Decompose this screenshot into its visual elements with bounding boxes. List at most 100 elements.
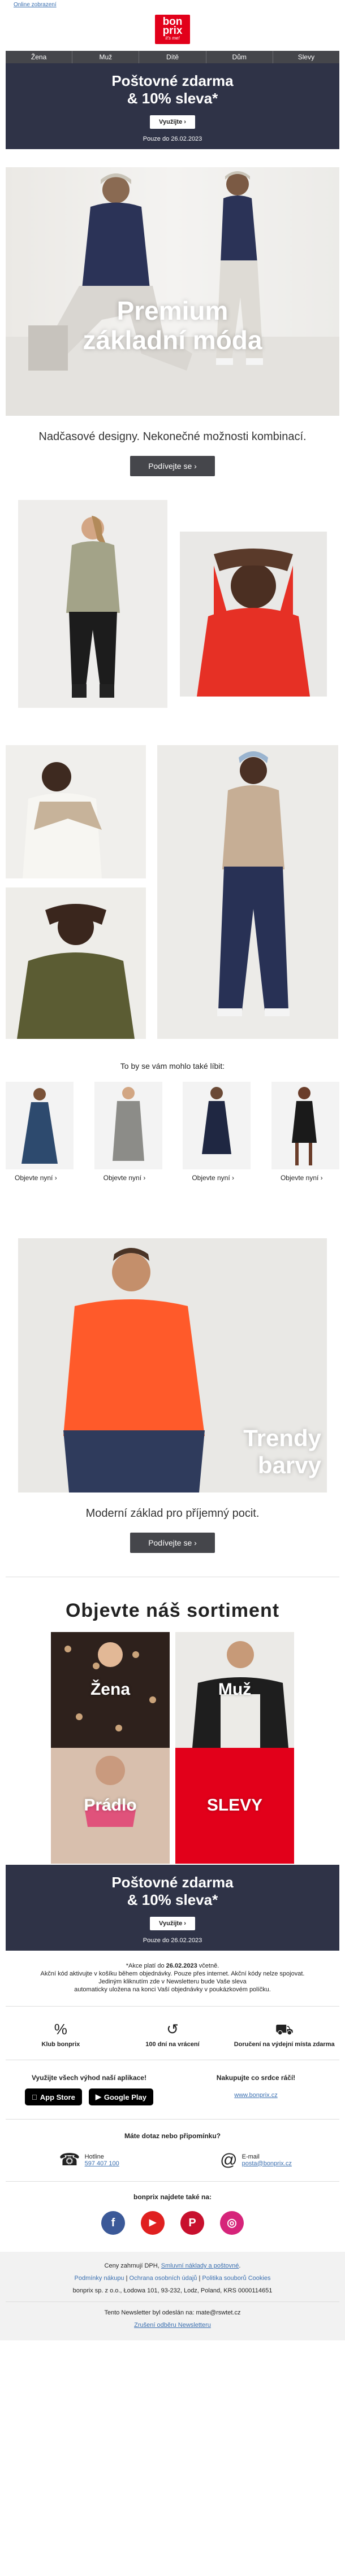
photo-beige-hoodie[interactable]	[157, 745, 338, 1039]
hero-cta-button[interactable]: Podívejte se ›	[130, 456, 215, 476]
fine-print-text: včetně.	[197, 1963, 219, 1969]
promo-use-button[interactable]: Využijte ›	[150, 1917, 195, 1930]
google-play-label: Google Play	[101, 2092, 146, 2101]
hero-title-line-1: Premium	[117, 296, 228, 325]
phone-number[interactable]: 597 407 100	[85, 2160, 119, 2167]
app-store-button[interactable]:  App Store	[24, 2088, 82, 2105]
privacy-link[interactable]: Ochrana osobních údajů	[130, 2275, 197, 2282]
online-view-link[interactable]: Online zobrazení	[0, 0, 345, 10]
shop-url[interactable]: www.bonprix.cz	[234, 2092, 277, 2099]
instagram-icon[interactable]: ◎	[220, 2211, 244, 2235]
trend-title-line-2: barvy	[257, 1452, 321, 1478]
shop-promo: Nakupujte co srdce ráčí! www.bonprix.cz	[172, 2074, 339, 2105]
nav-item-dum[interactable]: Dům	[206, 51, 273, 63]
photo-red-sweater[interactable]	[180, 532, 327, 697]
category-tile-muz[interactable]: Muž	[175, 1632, 294, 1748]
shop-link[interactable]: www.bonprix.cz	[172, 2091, 339, 2099]
hero-title-line-2: základní móda	[83, 325, 262, 355]
shipping-costs-link[interactable]: Smluvní náklady a poštovné	[161, 2262, 239, 2269]
youtube-icon[interactable]: ▶	[141, 2211, 165, 2235]
fine-print-text: *Akce platí do	[126, 1963, 166, 1969]
hero-models-illustration	[6, 171, 339, 416]
social-title: bonprix najdete také na:	[133, 2193, 212, 2201]
photo-beige-cardigan[interactable]	[6, 745, 146, 878]
nav-item-dite[interactable]: Dítě	[139, 51, 206, 63]
fine-print-line-4: automaticky uložena na konci Vaší objedn…	[74, 1986, 271, 1993]
contact-email[interactable]: @ E-mail posta@bonprix.cz	[172, 2150, 339, 2170]
contact-phone[interactable]: ☎ Hotline 597 407 100	[6, 2150, 172, 2170]
promo-banner-bottom: Poštovné zdarma & 10% sleva* Využijte › …	[6, 1865, 339, 1951]
terms-link[interactable]: Podmínky nákupu	[75, 2275, 124, 2282]
unsubscribe-link[interactable]: Zrušení odběru Newsletteru	[6, 2319, 339, 2331]
promo-title-line-1: Poštovné zdarma	[111, 1874, 234, 1891]
apps-section: Využijte všech výhod naší aplikace!  Ap…	[6, 2074, 339, 2120]
facebook-icon[interactable]: f	[101, 2211, 125, 2235]
photo-olive-hoodie[interactable]	[6, 887, 146, 1039]
recommend-item[interactable]: Objevte nyní ›	[6, 1082, 74, 1182]
product-image[interactable]	[6, 1082, 74, 1169]
social-row: f ▶ P ◎	[0, 2211, 345, 2235]
hero-tagline: Nadčasové designy. Nekonečné možnosti ko…	[38, 430, 307, 443]
recommend-item[interactable]: Objevte nyní ›	[271, 1082, 339, 1182]
promo-title-line-2: & 10% sleva*	[127, 90, 218, 107]
category-tile-pradlo[interactable]: Prádlo	[51, 1748, 170, 1864]
product-link[interactable]: Objevte nyní ›	[183, 1174, 251, 1182]
product-link[interactable]: Objevte nyní ›	[94, 1174, 162, 1182]
footer-prices: Ceny zahrnují DPH, Smluvní náklady a poš…	[6, 2260, 339, 2272]
category-tile-zena[interactable]: Žena	[51, 1632, 170, 1748]
fine-print-line-3: Jediným kliknutím zde v Newsletteru bude…	[98, 1978, 247, 1985]
sortiment-grid: Žena Muž Prádlo SLEVY	[0, 1632, 345, 1864]
trend-tagline: Moderní základ pro příjemný pocit.	[85, 1507, 260, 1520]
usp-row: % Klub bonprix ↺ 100 dní na vrácení ⛟ Do…	[6, 2006, 339, 2060]
email-label: E-mail	[241, 2153, 260, 2160]
nav-item-slevy[interactable]: Slevy	[273, 51, 339, 63]
recommend-title: To by se vám mohlo také líbit:	[120, 1061, 225, 1071]
category-tile-slevy[interactable]: SLEVY	[175, 1748, 294, 1864]
usp-returns[interactable]: ↺ 100 dní na vrácení	[118, 2018, 228, 2048]
email-page: Online zobrazení bon prix it's me! Žena …	[0, 0, 345, 2340]
product-image[interactable]	[183, 1082, 251, 1169]
nav-item-zena[interactable]: Žena	[6, 51, 73, 63]
usp-club[interactable]: % Klub bonprix	[6, 2018, 116, 2048]
footer-text: Ceny zahrnují DPH,	[104, 2262, 161, 2269]
promo-banner-top: Poštovné zdarma & 10% sleva* Využijte › …	[6, 63, 339, 149]
recommend-item[interactable]: Objevte nyní ›	[183, 1082, 251, 1182]
recommend-item[interactable]: Objevte nyní ›	[94, 1082, 162, 1182]
main-nav: Žena Muž Dítě Dům Slevy	[6, 51, 339, 63]
fine-print-line-1: *Akce platí do 26.02.2023 včetně.	[17, 1962, 328, 1970]
trend-banner-image[interactable]: Trendy barvy	[18, 1238, 327, 1492]
promo-title-line-1: Poštovné zdarma	[111, 72, 234, 89]
product-link[interactable]: Objevte nyní ›	[6, 1174, 74, 1182]
photo-olive-jacket[interactable]	[18, 500, 167, 708]
nav-item-muz[interactable]: Muž	[72, 51, 140, 63]
percent-icon: %	[54, 2021, 67, 2038]
pinterest-icon[interactable]: P	[180, 2211, 204, 2235]
shop-title: Nakupujte co srdce ráčí!	[216, 2074, 296, 2082]
product-image[interactable]	[271, 1082, 339, 1169]
google-play-button[interactable]: ▶ Google Play	[88, 2088, 153, 2105]
product-image[interactable]	[94, 1082, 162, 1169]
phone-label: Hotline	[84, 2153, 104, 2160]
category-label: Muž	[218, 1680, 252, 1699]
promo-title-line-2: & 10% sleva*	[127, 1891, 218, 1908]
trend-title-line-1: Trendy	[243, 1425, 321, 1451]
header-logo-area: bon prix it's me!	[0, 10, 345, 49]
at-icon: @	[220, 2150, 238, 2169]
apple-icon: 	[32, 2093, 37, 2101]
product-link[interactable]: Objevte nyní ›	[271, 1174, 339, 1182]
promo-use-button[interactable]: Využijte ›	[150, 115, 195, 129]
app-promo: Využijte všech výhod naší aplikace!  Ap…	[6, 2074, 172, 2105]
usp-label: 100 dní na vrácení	[145, 2041, 200, 2048]
trend-cta-button[interactable]: Podívejte se ›	[130, 1533, 215, 1553]
return-icon: ↺	[166, 2021, 179, 2038]
bonprix-logo[interactable]: bon prix it's me!	[155, 15, 190, 44]
cookies-link[interactable]: Politika souborů Cookies	[202, 2275, 270, 2282]
app-store-label: App Store	[37, 2092, 75, 2101]
footer-text: .	[239, 2262, 241, 2269]
category-label: Prádlo	[84, 1796, 137, 1814]
hero-image[interactable]: Premium základní móda	[6, 167, 339, 416]
email-address[interactable]: posta@bonprix.cz	[242, 2160, 292, 2167]
usp-delivery[interactable]: ⛟ Doručení na výdejní místa zdarma	[229, 2018, 339, 2048]
fine-print-date: 26.02.2023	[166, 1963, 197, 1969]
store-buttons:  App Store ▶ Google Play	[6, 2088, 172, 2105]
